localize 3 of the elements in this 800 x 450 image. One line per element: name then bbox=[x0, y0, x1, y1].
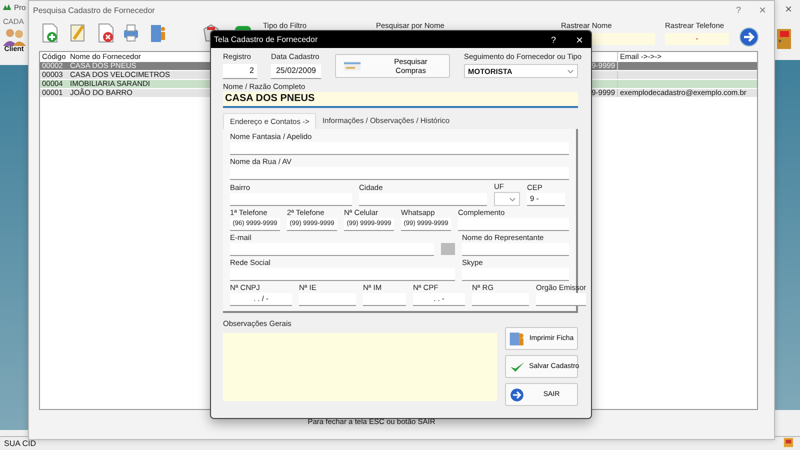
window-title: Pesquisa Cadastro de Fornecedor bbox=[33, 6, 155, 14]
dialog-title: Tela Cadastro de Fornecedor bbox=[214, 35, 318, 44]
status-text: SUA CID bbox=[4, 439, 36, 448]
